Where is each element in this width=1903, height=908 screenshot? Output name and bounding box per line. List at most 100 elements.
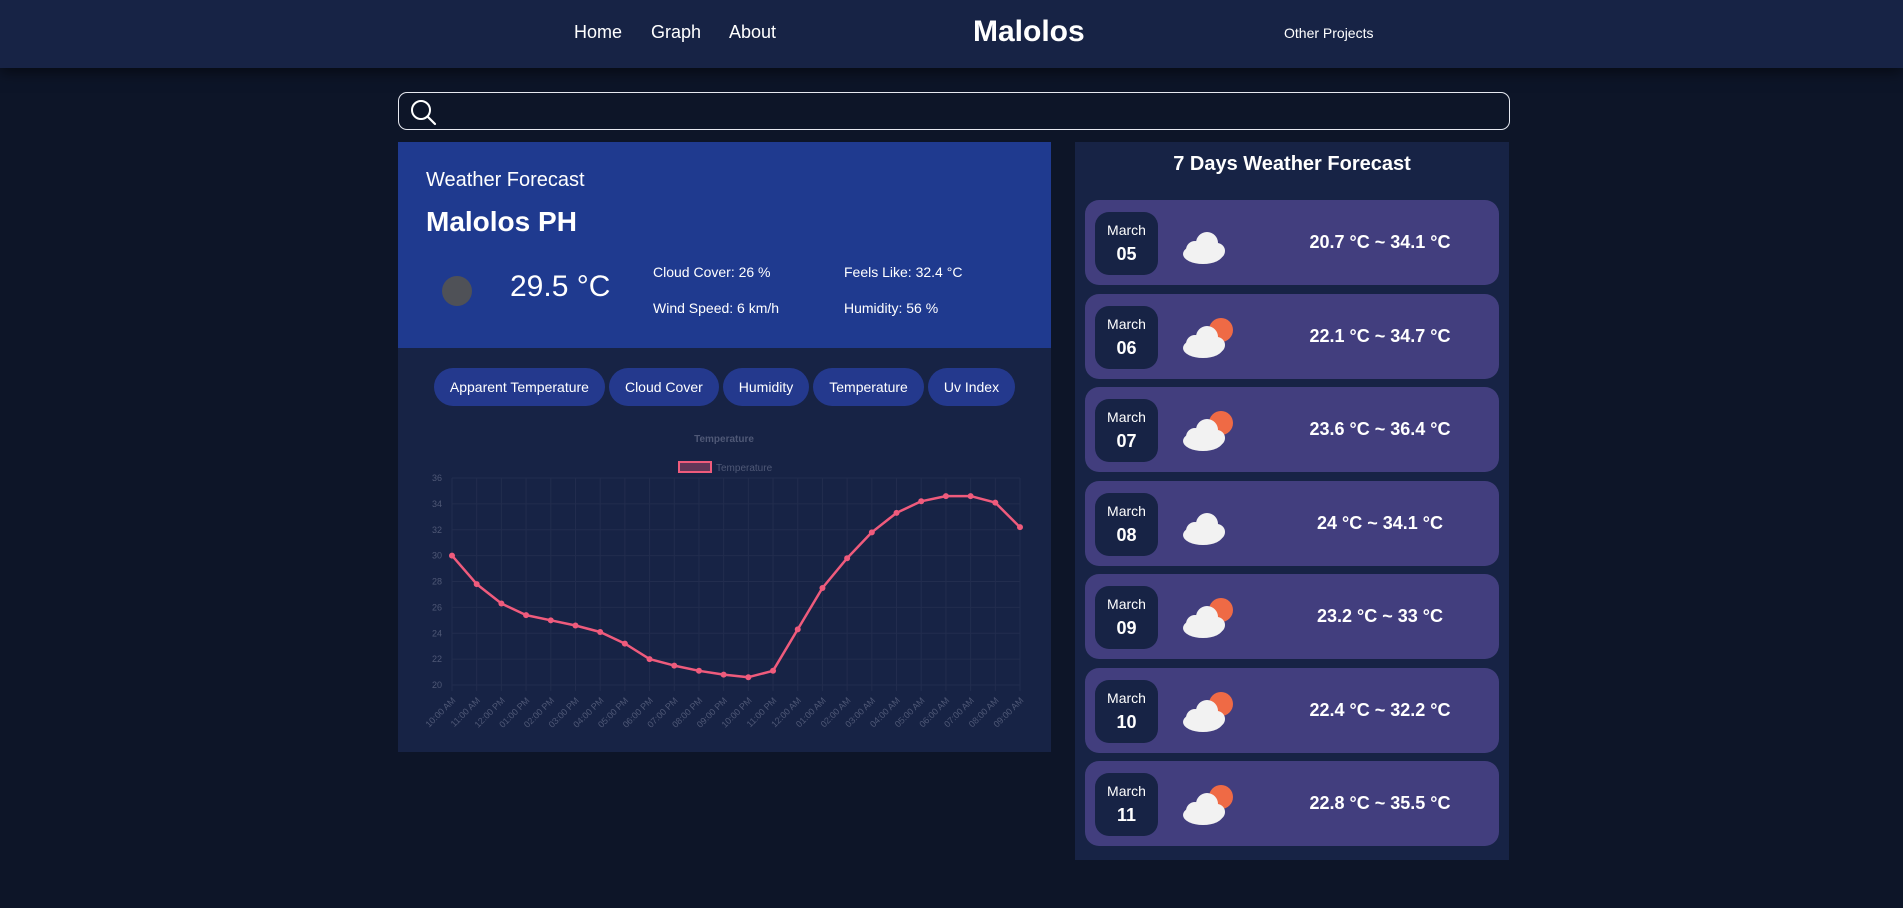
humidity-stat: Humidity: 56 % — [844, 300, 939, 316]
data-point — [992, 499, 999, 506]
forecast-month: March — [1107, 502, 1146, 519]
forecast-day-card: March 05 20.7 °C ~ 34.1 °C — [1085, 200, 1499, 285]
y-tick-label: 34 — [432, 499, 442, 509]
brand-title: Malolos — [973, 15, 1085, 48]
y-tick-label: 22 — [432, 654, 442, 664]
forecast-temperature-range: 22.4 °C ~ 32.2 °C — [1309, 699, 1451, 720]
forecast-date-box: March 09 — [1095, 586, 1158, 649]
tab-cloud-cover[interactable]: Cloud Cover — [608, 368, 719, 406]
forecast-day-number: 11 — [1116, 805, 1137, 825]
data-point — [942, 493, 949, 500]
tab-humidity[interactable]: Humidity — [722, 368, 810, 406]
data-point — [967, 493, 974, 500]
data-point — [720, 671, 727, 678]
y-tick-label: 28 — [432, 577, 442, 587]
top-navbar: Home Graph About Malolos Other Projects — [0, 0, 1903, 68]
legend-label: Temperature — [716, 463, 773, 474]
forecast-temperature-range: 23.2 °C ~ 33 °C — [1317, 606, 1443, 626]
partly-cloudy-icon — [1183, 598, 1233, 638]
chart-title: Temperature — [694, 434, 754, 445]
forecast-month: March — [1107, 315, 1146, 332]
data-point — [597, 628, 604, 635]
cloud-icon — [1183, 512, 1225, 545]
data-point — [745, 674, 752, 681]
search-icon[interactable] — [409, 98, 437, 126]
data-point — [918, 498, 925, 505]
forecast-temperature-range: 22.8 °C ~ 35.5 °C — [1309, 793, 1451, 813]
y-tick-label: 36 — [432, 473, 442, 483]
data-point — [473, 581, 480, 588]
legend-swatch — [678, 461, 712, 473]
nav-other-projects-link[interactable]: Other Projects — [1284, 25, 1373, 41]
data-point — [671, 662, 678, 669]
temperature-line — [451, 494, 1021, 679]
forecast-month: March — [1107, 689, 1146, 706]
chart-tabs: Apparent Temperature Cloud Cover Humidit… — [398, 368, 1051, 406]
data-point — [572, 622, 579, 629]
nav-about-link[interactable]: About — [729, 22, 776, 43]
data-point — [695, 667, 702, 674]
forecast-date-box: March 08 — [1095, 492, 1158, 556]
data-point — [523, 612, 530, 619]
forecast-day-card: March 08 24 °C ~ 34.1 °C — [1085, 480, 1499, 566]
nav-home-link[interactable]: Home — [574, 22, 622, 43]
data-point — [868, 529, 875, 536]
forecast-month: March — [1107, 596, 1146, 612]
data-point — [844, 555, 851, 562]
cloud-icon — [1183, 232, 1225, 264]
data-point — [819, 584, 826, 591]
forecast-date-box: March 05 — [1095, 212, 1158, 275]
current-weather-card: Weather Forecast Malolos PH 29.5 °C Clou… — [398, 142, 1051, 348]
cloud-cover-stat: Cloud Cover: 26 % — [653, 264, 771, 280]
forecast-day-number: 08 — [1116, 524, 1137, 545]
forecast-temperature-range: 20.7 °C ~ 34.1 °C — [1309, 232, 1451, 252]
forecast-temperature-range: 24 °C ~ 34.1 °C — [1317, 512, 1443, 533]
forecast-date-box: March 10 — [1095, 679, 1158, 743]
forecast-day-number: 06 — [1116, 337, 1137, 358]
location-title: Malolos PH — [426, 206, 577, 237]
tab-temperature[interactable]: Temperature — [813, 368, 924, 406]
seven-day-forecast-title: 7 Days Weather Forecast — [1173, 153, 1411, 175]
data-point — [449, 552, 455, 559]
forecast-day-card: March 10 22.4 °C ~ 32.2 °C — [1085, 667, 1499, 753]
y-tick-label: 20 — [432, 680, 442, 690]
forecast-date-box: March 11 — [1095, 773, 1158, 836]
wind-speed-stat: Wind Speed: 6 km/h — [653, 300, 780, 316]
forecast-day-card: March 06 22.1 °C ~ 34.7 °C — [1085, 293, 1499, 379]
data-point — [621, 640, 628, 647]
search-input[interactable] — [447, 97, 1501, 127]
y-tick-label: 32 — [432, 525, 442, 535]
nav-graph-link[interactable]: Graph — [651, 22, 701, 43]
forecast-day-card: March 11 22.8 °C ~ 35.5 °C — [1085, 761, 1499, 846]
forecast-temperature-range: 22.1 °C ~ 34.7 °C — [1309, 325, 1451, 346]
forecast-day-card: March 09 23.2 °C ~ 33 °C — [1085, 574, 1499, 659]
forecast-day-number: 07 — [1116, 431, 1137, 451]
feels-like-stat: Feels Like: 32.4 °C — [844, 264, 963, 280]
forecast-day-card: March 07 23.6 °C ~ 36.4 °C — [1085, 387, 1499, 472]
data-point — [770, 667, 777, 674]
current-temperature: 29.5 °C — [510, 270, 611, 303]
data-point — [893, 509, 900, 516]
y-tick-label: 26 — [432, 602, 442, 612]
y-tick-label: 30 — [432, 551, 442, 561]
forecast-day-number: 05 — [1116, 244, 1137, 264]
forecast-date-box: March 06 — [1095, 305, 1158, 369]
tab-uv-index[interactable]: Uv Index — [927, 368, 1016, 406]
forecast-day-number: 09 — [1116, 618, 1137, 638]
data-point — [794, 626, 801, 633]
data-point — [498, 600, 505, 607]
forecast-temperature-range: 23.6 °C ~ 36.4 °C — [1309, 419, 1451, 439]
tab-apparent-temperature[interactable]: Apparent Temperature — [433, 368, 605, 406]
forecast-day-number: 10 — [1116, 711, 1137, 732]
current-weather-icon — [442, 276, 472, 306]
partly-cloudy-icon — [1183, 411, 1233, 451]
seven-day-forecast-panel: 7 Days Weather Forecast March 05 20.7 °C ~… — [1075, 142, 1509, 860]
data-point — [547, 617, 554, 624]
forecast-month: March — [1107, 222, 1146, 238]
partly-cloudy-icon — [1183, 317, 1233, 358]
search-bar[interactable] — [398, 92, 1510, 130]
partly-cloudy-icon — [1183, 691, 1233, 732]
data-point — [1017, 524, 1023, 531]
forecast-heading: Weather Forecast — [426, 169, 585, 191]
data-point — [646, 656, 653, 663]
